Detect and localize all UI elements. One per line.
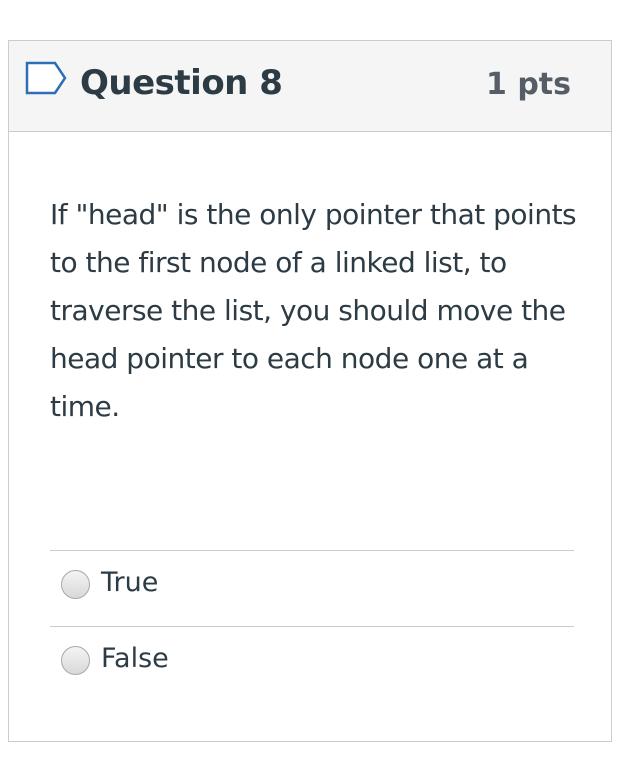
question-title: Question 8 [80,63,283,103]
answer-list: True False [50,550,574,702]
answer-label-false[interactable]: False [101,642,169,676]
radio-button-true[interactable] [61,570,90,599]
question-card: Question 8 1 pts If "head" is the only p… [8,40,612,742]
answer-option-true[interactable]: True [50,550,574,626]
question-points: 1 pts [486,67,571,102]
question-header: Question 8 1 pts [9,41,611,132]
answer-label-true[interactable]: True [101,566,158,600]
flag-outline-icon[interactable] [25,61,69,95]
question-text: If "head" is the only pointer that point… [50,198,577,423]
radio-button-false[interactable] [61,646,90,675]
answer-option-false[interactable]: False [50,626,574,702]
